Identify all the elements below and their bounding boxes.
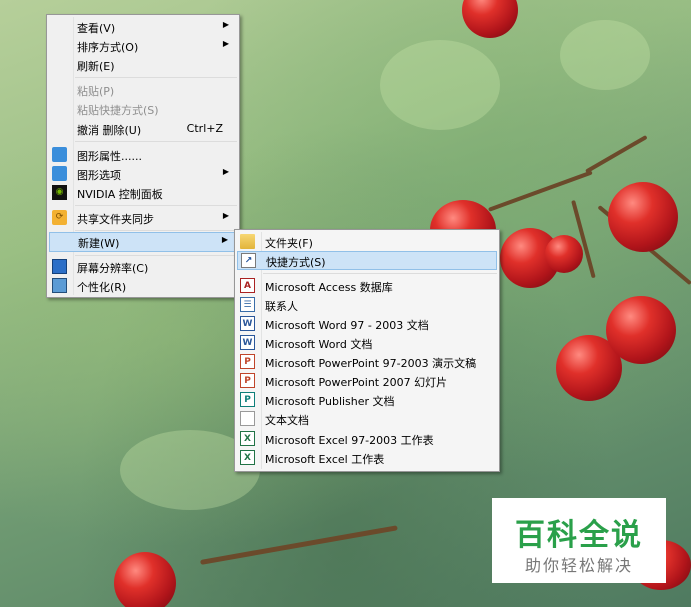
- access-icon: A: [240, 278, 255, 293]
- menu-separator: [75, 230, 237, 231]
- publisher-icon: P: [240, 392, 255, 407]
- submenu-item-powerpoint-2007[interactable]: P Microsoft PowerPoint 2007 幻灯片: [237, 371, 497, 390]
- cherry-decoration: [462, 0, 518, 38]
- menu-item-label: 联系人: [265, 300, 298, 313]
- watermark-title: 百科全说: [515, 518, 643, 553]
- submenu-item-word-97-2003[interactable]: W Microsoft Word 97 - 2003 文档: [237, 314, 497, 333]
- menu-item-label: 查看(V): [77, 22, 116, 35]
- menu-item-label: 屏幕分辨率(C): [77, 262, 149, 275]
- sync-icon: ⟳: [52, 210, 67, 225]
- submenu-item-shortcut[interactable]: ↗ 快捷方式(S): [237, 251, 497, 270]
- menu-item-undo-delete[interactable]: 撤消 删除(U) Ctrl+Z: [49, 119, 237, 138]
- menu-item-label: 粘贴快捷方式(S): [77, 104, 159, 117]
- cherry-decoration: [608, 182, 678, 252]
- menu-item-label: 个性化(R): [77, 281, 127, 294]
- cherry-decoration: [545, 235, 583, 273]
- menu-item-sort-by[interactable]: 排序方式(O) ▶: [49, 36, 237, 55]
- watermark-subtitle: 助你轻松解决: [524, 556, 633, 575]
- menu-item-nvidia-control-panel[interactable]: ◉ NVIDIA 控制面板: [49, 183, 237, 202]
- menu-item-label: Microsoft Access 数据库: [265, 281, 393, 294]
- menu-item-screen-resolution[interactable]: 屏幕分辨率(C): [49, 257, 237, 276]
- menu-item-label: Microsoft Excel 97-2003 工作表: [265, 434, 434, 447]
- menu-item-label: NVIDIA 控制面板: [77, 188, 163, 201]
- folder-icon: [240, 234, 255, 249]
- submenu-item-powerpoint-97-2003[interactable]: P Microsoft PowerPoint 97-2003 演示文稿: [237, 352, 497, 371]
- excel-icon: X: [240, 431, 255, 446]
- menu-separator: [75, 77, 237, 78]
- menu-item-shared-folder-sync[interactable]: ⟳ 共享文件夹同步 ▶: [49, 208, 237, 227]
- word-icon: W: [240, 335, 255, 350]
- menu-item-graphics-properties[interactable]: 图形属性......: [49, 145, 237, 164]
- menu-item-label: 刷新(E): [77, 60, 115, 73]
- new-submenu: 文件夹(F) ↗ 快捷方式(S) A Microsoft Access 数据库 …: [234, 229, 500, 472]
- submenu-item-word[interactable]: W Microsoft Word 文档: [237, 333, 497, 352]
- nvidia-icon: ◉: [52, 185, 67, 200]
- personalize-icon: [52, 278, 67, 293]
- menu-item-label: 排序方式(O): [77, 41, 139, 54]
- submenu-arrow-icon: ▶: [221, 235, 228, 244]
- baike-watermark: 百科全说 助你轻松解决: [492, 498, 666, 583]
- menu-item-label: 粘贴(P): [77, 85, 115, 98]
- submenu-arrow-icon: ▶: [222, 167, 229, 176]
- menu-item-paste-shortcut[interactable]: 粘贴快捷方式(S): [49, 99, 237, 118]
- cherry-decoration: [606, 296, 676, 364]
- submenu-item-excel-97-2003[interactable]: X Microsoft Excel 97-2003 工作表: [237, 429, 497, 448]
- shortcut-icon: ↗: [241, 253, 256, 268]
- menu-item-label: 文本文档: [265, 414, 309, 427]
- submenu-item-folder[interactable]: 文件夹(F): [237, 232, 497, 251]
- contact-icon: ☰: [240, 297, 255, 312]
- desktop-context-menu: 查看(V) ▶ 排序方式(O) ▶ 刷新(E) 粘贴(P) 粘贴快捷方式(S) …: [46, 14, 240, 298]
- menu-item-personalize[interactable]: 个性化(R): [49, 276, 237, 295]
- submenu-item-text-document[interactable]: 文本文档: [237, 409, 497, 428]
- menu-item-label: 图形属性......: [77, 150, 142, 163]
- menu-item-label: 图形选项: [77, 169, 121, 182]
- menu-item-label: Microsoft Word 文档: [265, 338, 373, 351]
- submenu-item-access-database[interactable]: A Microsoft Access 数据库: [237, 276, 497, 295]
- graphics-properties-icon: [52, 147, 67, 162]
- menu-item-new[interactable]: 新建(W) ▶: [49, 232, 237, 252]
- text-document-icon: [240, 411, 255, 426]
- menu-item-label: Microsoft Publisher 文档: [265, 395, 395, 408]
- graphics-options-icon: [52, 166, 67, 181]
- menu-item-label: Microsoft PowerPoint 2007 幻灯片: [265, 376, 448, 389]
- menu-item-label: 共享文件夹同步: [77, 213, 154, 226]
- menu-item-graphics-options[interactable]: 图形选项 ▶: [49, 164, 237, 183]
- menu-item-label: Microsoft PowerPoint 97-2003 演示文稿: [265, 357, 477, 370]
- menu-item-label: Microsoft Excel 工作表: [265, 453, 385, 466]
- menu-separator: [75, 205, 237, 206]
- powerpoint-icon: P: [240, 373, 255, 388]
- menu-separator: [263, 273, 497, 274]
- menu-separator: [75, 141, 237, 142]
- menu-item-label: 文件夹(F): [265, 237, 313, 250]
- menu-item-refresh[interactable]: 刷新(E): [49, 55, 237, 74]
- menu-item-view[interactable]: 查看(V) ▶: [49, 17, 237, 36]
- menu-item-label: 快捷方式(S): [266, 256, 326, 269]
- submenu-arrow-icon: ▶: [222, 39, 229, 48]
- submenu-item-excel[interactable]: X Microsoft Excel 工作表: [237, 448, 497, 467]
- submenu-arrow-icon: ▶: [222, 211, 229, 220]
- menu-item-label: 撤消 删除(U): [77, 124, 142, 137]
- menu-item-label: Microsoft Word 97 - 2003 文档: [265, 319, 429, 332]
- menu-item-label: 新建(W): [78, 237, 120, 250]
- cherry-decoration: [114, 552, 176, 607]
- powerpoint-icon: P: [240, 354, 255, 369]
- excel-icon: X: [240, 450, 255, 465]
- menu-item-shortcut: Ctrl+Z: [186, 122, 223, 135]
- screen-resolution-icon: [52, 259, 67, 274]
- submenu-item-contact[interactable]: ☰ 联系人: [237, 295, 497, 314]
- submenu-arrow-icon: ▶: [222, 20, 229, 29]
- submenu-item-publisher[interactable]: P Microsoft Publisher 文档: [237, 390, 497, 409]
- word-icon: W: [240, 316, 255, 331]
- menu-item-paste[interactable]: 粘贴(P): [49, 80, 237, 99]
- menu-separator: [75, 255, 237, 256]
